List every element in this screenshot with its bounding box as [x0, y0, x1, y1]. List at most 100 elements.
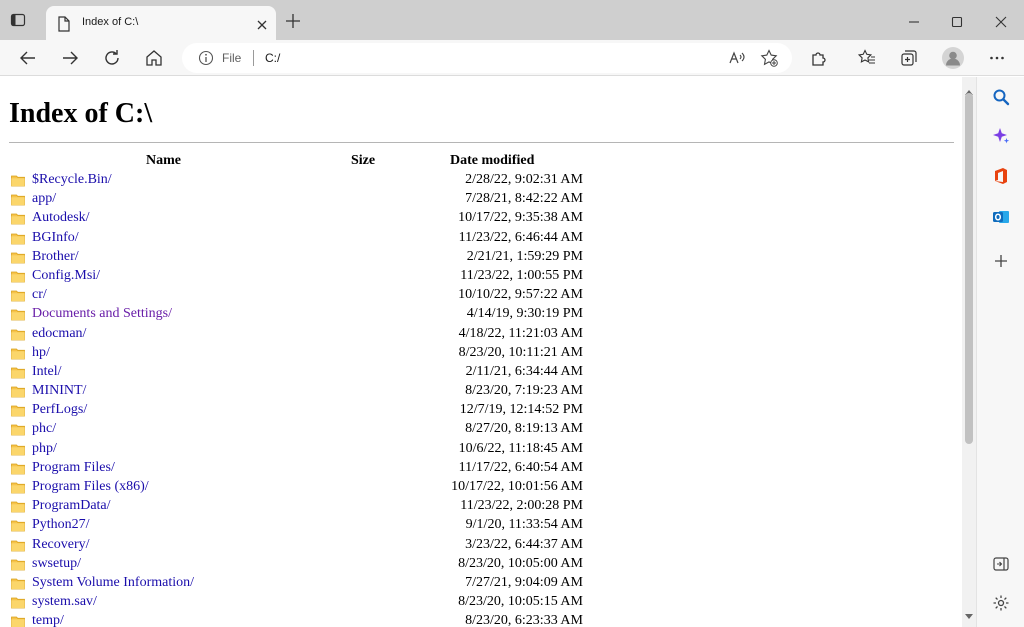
folder-icon — [11, 231, 25, 245]
entry-link[interactable]: Documents and Settings/ — [32, 306, 172, 322]
folder-icon — [11, 518, 25, 532]
search-icon[interactable] — [992, 88, 1010, 106]
new-tab-icon[interactable] — [286, 13, 300, 32]
address-url[interactable]: C:/ — [265, 51, 280, 65]
folder-icon — [11, 211, 25, 225]
office-icon[interactable] — [992, 167, 1010, 185]
folder-icon — [11, 250, 25, 264]
entry-link[interactable]: cr/ — [32, 287, 47, 303]
read-aloud-icon[interactable] — [728, 49, 746, 71]
entry-link[interactable]: Recovery/ — [32, 537, 90, 553]
minimize-icon[interactable] — [908, 13, 920, 32]
entry-date: 2/28/22, 9:02:31 AM — [465, 172, 583, 187]
list-item: MININT/8/23/20, 7:19:23 AM — [0, 382, 962, 401]
list-item: temp/8/23/20, 6:23:33 AM — [0, 612, 962, 627]
entry-link[interactable]: Brother/ — [32, 249, 79, 265]
date-column-header[interactable]: Date modified — [450, 153, 534, 169]
entry-date: 8/23/20, 10:11:21 AM — [458, 344, 583, 360]
back-icon[interactable] — [19, 49, 37, 67]
folder-icon — [11, 422, 25, 436]
entry-link[interactable]: Program Files/ — [32, 460, 115, 476]
home-icon[interactable] — [145, 49, 163, 67]
list-item: $Recycle.Bin/2/28/22, 9:02:31 AM — [0, 171, 962, 190]
page-title: Index of C:\ — [9, 98, 153, 129]
entry-link[interactable]: system.sav/ — [32, 594, 97, 610]
scrollbar[interactable] — [962, 77, 976, 627]
entry-link[interactable]: app/ — [32, 191, 56, 207]
entry-link[interactable]: System Volume Information/ — [32, 575, 194, 591]
entry-link[interactable]: edocman/ — [32, 326, 86, 342]
address-bar[interactable]: File C:/ — [182, 43, 792, 73]
extensions-icon[interactable] — [810, 49, 828, 67]
entry-link[interactable]: php/ — [32, 441, 57, 457]
entry-date: 11/23/22, 2:00:28 PM — [460, 498, 583, 514]
maximize-icon[interactable] — [951, 13, 963, 32]
page-icon — [57, 16, 71, 36]
profile-avatar-icon[interactable] — [942, 47, 964, 69]
list-item: Intel/2/11/21, 6:34:44 AM — [0, 363, 962, 382]
entry-link[interactable]: temp/ — [32, 613, 64, 627]
list-item: ProgramData/11/23/22, 2:00:28 PM — [0, 497, 962, 516]
outlook-icon[interactable] — [992, 208, 1010, 226]
list-item: hp/8/23/20, 10:11:21 AM — [0, 344, 962, 363]
entry-link[interactable]: hp/ — [32, 345, 50, 361]
entry-link[interactable]: Config.Msi/ — [32, 268, 100, 284]
list-item: php/10/6/22, 11:18:45 AM — [0, 440, 962, 459]
collections-icon[interactable] — [900, 49, 918, 67]
sidebar-toggle-icon[interactable] — [992, 555, 1010, 573]
folder-icon — [11, 192, 25, 206]
entry-link[interactable]: Autodesk/ — [32, 210, 90, 226]
address-scheme: File — [222, 51, 242, 65]
entry-link[interactable]: Intel/ — [32, 364, 62, 380]
list-item: Program Files/11/17/22, 6:40:54 AM — [0, 459, 962, 478]
folder-icon — [11, 403, 25, 417]
entry-date: 8/23/20, 10:05:00 AM — [458, 555, 583, 571]
entry-date: 4/18/22, 11:21:03 AM — [458, 325, 583, 341]
entry-link[interactable]: MININT/ — [32, 383, 86, 399]
copilot-icon[interactable] — [992, 127, 1010, 145]
entry-date: 2/11/21, 6:34:44 AM — [465, 363, 583, 379]
forward-icon[interactable] — [61, 49, 79, 67]
entry-link[interactable]: phc/ — [32, 421, 56, 437]
list-item: Autodesk/10/17/22, 9:35:38 AM — [0, 209, 962, 228]
size-column-header[interactable]: Size — [351, 153, 375, 169]
entry-date: 10/17/22, 9:35:38 AM — [458, 210, 583, 226]
entry-date: 9/1/20, 11:33:54 AM — [465, 517, 583, 533]
add-icon[interactable] — [992, 252, 1010, 270]
refresh-icon[interactable] — [103, 49, 121, 67]
entry-link[interactable]: BGInfo/ — [32, 230, 79, 246]
scroll-thumb[interactable] — [965, 93, 973, 444]
entry-link[interactable]: Program Files (x86)/ — [32, 479, 149, 495]
more-menu-icon[interactable] — [988, 49, 1006, 67]
entry-link[interactable]: Python27/ — [32, 517, 90, 533]
folder-icon — [11, 327, 25, 341]
entry-date: 7/28/21, 8:42:22 AM — [465, 191, 583, 207]
entry-link[interactable]: swsetup/ — [32, 556, 81, 572]
folder-icon — [11, 307, 25, 321]
add-favorite-icon[interactable] — [760, 49, 778, 71]
list-item: cr/10/10/22, 9:57:22 AM — [0, 286, 962, 305]
name-column-header[interactable]: Name — [146, 153, 181, 169]
entry-link[interactable]: ProgramData/ — [32, 498, 111, 514]
folder-icon — [11, 384, 25, 398]
list-item: PerfLogs/12/7/19, 12:14:52 PM — [0, 401, 962, 420]
settings-icon[interactable] — [992, 594, 1010, 612]
entry-date: 2/21/21, 1:59:29 PM — [466, 248, 583, 264]
entry-date: 3/23/22, 6:44:37 AM — [465, 536, 583, 552]
entry-link[interactable]: PerfLogs/ — [32, 402, 87, 418]
entry-date: 11/23/22, 1:00:55 PM — [460, 267, 583, 283]
favorites-icon[interactable] — [857, 49, 876, 67]
close-tab-icon[interactable] — [256, 16, 268, 35]
scroll-down-icon[interactable] — [965, 605, 973, 624]
tab-actions-icon[interactable] — [10, 12, 26, 28]
entry-date: 8/27/20, 8:19:13 AM — [465, 421, 583, 437]
toolbar: File C:/ — [0, 40, 1024, 76]
active-tab[interactable]: Index of C:\ — [46, 6, 276, 40]
entry-date: 8/23/20, 7:19:23 AM — [465, 383, 583, 399]
window-close-icon[interactable] — [995, 13, 1007, 32]
info-icon[interactable] — [198, 50, 214, 70]
entry-date: 10/10/22, 9:57:22 AM — [458, 287, 583, 303]
list-item: Brother/2/21/21, 1:59:29 PM — [0, 248, 962, 267]
entry-link[interactable]: $Recycle.Bin/ — [32, 172, 112, 188]
folder-icon — [11, 557, 25, 571]
